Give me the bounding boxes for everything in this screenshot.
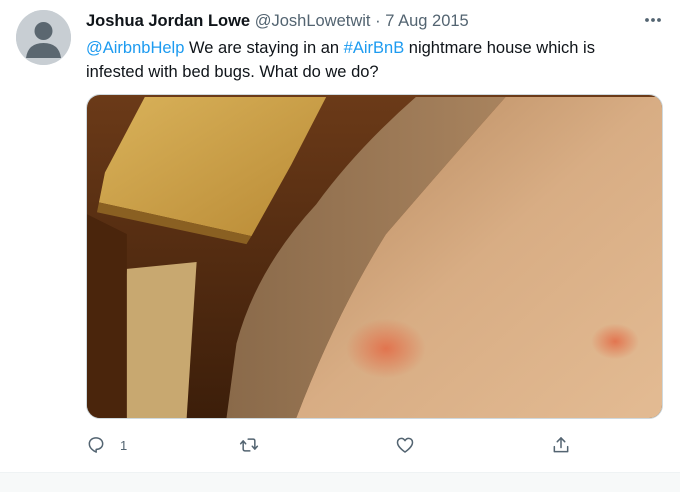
share-button[interactable] (551, 428, 571, 462)
tweet-date[interactable]: 7 Aug 2015 (385, 12, 469, 30)
tweet: Joshua Jordan Lowe @JoshLowetwit · 7 Aug… (0, 0, 680, 472)
tweet-header: Joshua Jordan Lowe @JoshLowetwit · 7 Aug… (86, 10, 469, 32)
bottom-divider (0, 472, 680, 492)
author-handle[interactable]: @JoshLowetwit (255, 12, 371, 30)
hashtag-link[interactable]: #AirBnB (344, 39, 405, 57)
photo-image (87, 95, 662, 418)
default-avatar-icon (16, 10, 71, 65)
like-button[interactable] (395, 428, 415, 462)
header-separator: · (375, 12, 381, 30)
tweet-photo[interactable] (86, 94, 663, 419)
tweet-text-part-1: We are staying in an (184, 39, 344, 57)
author-name[interactable]: Joshua Jordan Lowe (86, 12, 250, 30)
reply-count: 1 (120, 437, 128, 453)
retweet-button[interactable] (238, 428, 260, 462)
reply-button[interactable]: 1 (86, 428, 127, 462)
tweet-text: @AirbnbHelp We are staying in an #AirBnB… (86, 36, 656, 84)
share-icon (553, 437, 569, 453)
reply-icon (88, 437, 104, 453)
mention-link[interactable]: @AirbnbHelp (86, 39, 184, 57)
like-icon (396, 437, 414, 453)
retweet-icon (239, 438, 259, 452)
avatar[interactable] (16, 10, 71, 65)
tweet-actions: 1 (86, 428, 663, 462)
more-options-icon[interactable] (641, 8, 665, 32)
